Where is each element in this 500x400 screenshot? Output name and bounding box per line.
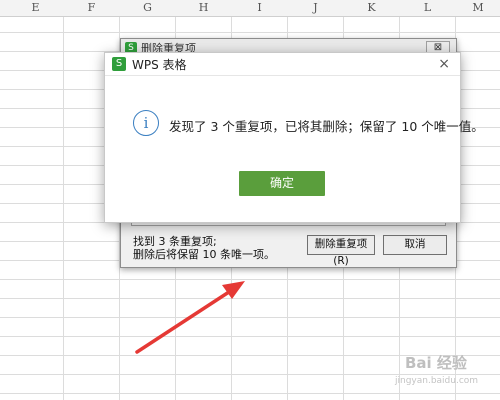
arrow-shaft bbox=[135, 288, 234, 354]
arrow-icon bbox=[135, 281, 245, 354]
watermark-logo: Bai 经验 bbox=[405, 354, 467, 372]
watermark: Bai 经验 jingyan.baidu.com bbox=[385, 352, 497, 396]
watermark-url: jingyan.baidu.com bbox=[395, 376, 479, 386]
